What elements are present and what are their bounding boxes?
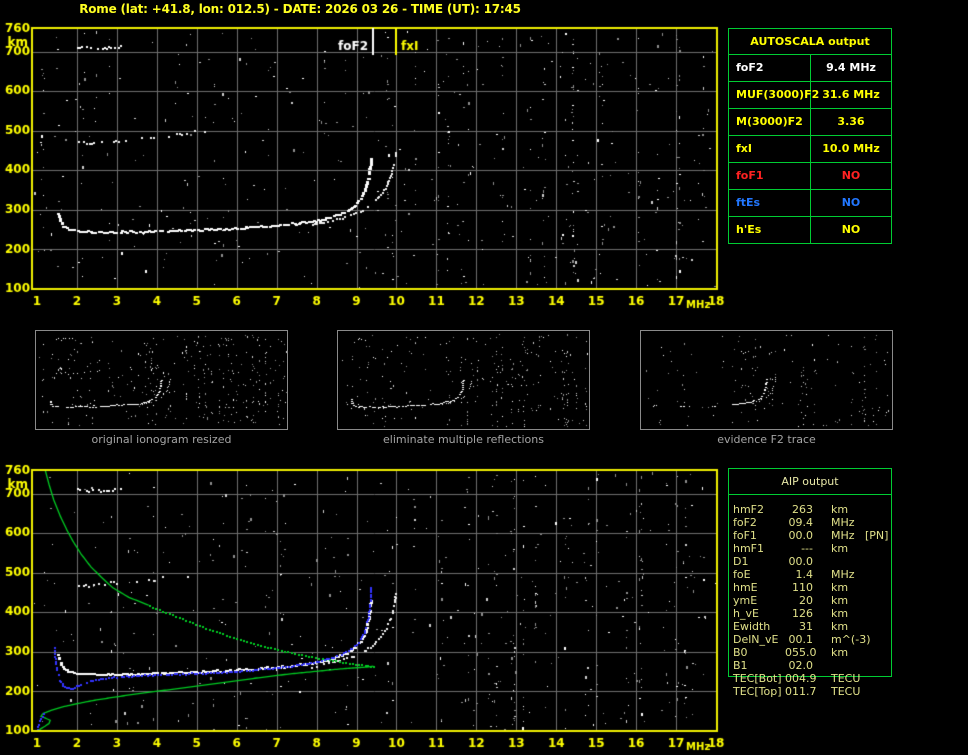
aip-param-label: Ewidth: [733, 620, 771, 633]
aip-param-unit: TECU: [831, 685, 861, 698]
aip-param-unit: MHz: [831, 516, 855, 529]
autoscala-table-row: foF1 NO: [729, 163, 891, 190]
aip-param-unit: km: [831, 581, 849, 594]
autoscala-table-row: MUF(3000)F2 31.6 MHz: [729, 82, 891, 109]
autoscala-param-value: 3.36: [837, 115, 865, 128]
aip-param-value: 263: [792, 503, 813, 516]
thumbnail-eliminate-multiple-reflections: [337, 330, 590, 430]
aip-param-label: TEC[Top]: [733, 685, 782, 698]
aip-param-unit: km: [831, 503, 849, 516]
autoscala-param-label: M(3000)F2: [729, 109, 811, 135]
aip-row: TEC[Bot] 004.9 TECU: [728, 672, 898, 685]
autoscala-param-label: fxI: [729, 136, 811, 162]
aip-param-label: DelN_vE: [733, 633, 779, 646]
aip-param-value: ---: [801, 542, 813, 555]
aip-param-value: 02.0: [788, 659, 814, 672]
aip-row: B0 055.0 km: [728, 646, 898, 659]
thumbnail-caption-evidence: evidence F2 trace: [717, 433, 816, 446]
aip-param-label: ymE: [733, 594, 758, 607]
aip-row: hmF2 263 km: [728, 503, 898, 516]
aip-param-label: foF1: [733, 529, 757, 542]
aip-param-value: 1.4: [795, 568, 814, 581]
autoscala-output-screen: Rome (lat: +41.8, lon: 012.5) - DATE: 20…: [0, 0, 968, 755]
aip-param-value: 00.1: [788, 633, 814, 646]
autoscala-param-label: foF2: [729, 55, 811, 81]
aip-param-unit: MHz: [831, 529, 855, 542]
thumbnail-original-ionogram: [35, 330, 288, 430]
aip-param-label: hmE: [733, 581, 758, 594]
thumbnail-caption-eliminate: eliminate multiple reflections: [383, 433, 544, 446]
aip-param-label: B1: [733, 659, 748, 672]
aip-row: DelN_vE 00.1 m^(-3): [728, 633, 898, 646]
aip-param-value: 20: [799, 594, 813, 607]
autoscala-table-header: AUTOSCALA output: [729, 29, 891, 55]
aip-param-value: 110: [792, 581, 813, 594]
aip-param-label: B0: [733, 646, 748, 659]
aip-param-label: hmF1: [733, 542, 765, 555]
autoscala-table-rows: foF2 9.4 MHz MUF(3000)F2 31.6 MHz M(3000…: [729, 55, 891, 243]
autoscala-param-label: MUF(3000)F2: [729, 82, 819, 108]
aip-param-unit: m^(-3): [831, 633, 871, 646]
autoscala-param-value: 10.0 MHz: [822, 142, 880, 155]
aip-param-label: TEC[Bot]: [733, 672, 782, 685]
aip-row: hmF1 --- km: [728, 542, 898, 555]
autoscala-param-label: foF1: [729, 163, 811, 189]
aip-row: Ewidth 31 km: [728, 620, 898, 633]
aip-param-label: foE: [733, 568, 751, 581]
aip-param-label: h_vE: [733, 607, 759, 620]
aip-param-unit: km: [831, 542, 849, 555]
aip-row: TEC[Top] 011.7 TECU: [728, 685, 898, 698]
thumbnail-caption-original: original ionogram resized: [91, 433, 232, 446]
aip-param-unit: km: [831, 607, 849, 620]
aip-param-unit: km: [831, 594, 849, 607]
aip-param-value: 011.7: [785, 685, 817, 698]
aip-row: B1 02.0: [728, 659, 898, 672]
autoscala-table-row: M(3000)F2 3.36: [729, 109, 891, 136]
aip-param-unit: TECU: [831, 672, 861, 685]
aip-param-label: hmF2: [733, 503, 765, 516]
autoscala-param-label: ftEs: [729, 190, 811, 216]
aip-row: foE 1.4 MHz: [728, 568, 898, 581]
aip-rows: hmF2 263 km foF2 09.4 MHz foF1 00.0 MHz …: [728, 503, 898, 698]
aip-param-value: 09.4: [788, 516, 814, 529]
aip-param-unit: km: [831, 620, 849, 633]
aip-panel-header: AIP output: [729, 469, 891, 495]
aip-param-label: D1: [733, 555, 749, 568]
autoscala-table: AUTOSCALA output foF2 9.4 MHz MUF(3000)F…: [728, 28, 892, 244]
aip-param-value: 055.0: [785, 646, 817, 659]
top-ionogram-plot: [0, 20, 730, 312]
aip-param-unit: MHz: [831, 568, 855, 581]
autoscala-param-value: NO: [841, 196, 861, 209]
aip-param-note: [PN]: [865, 529, 889, 542]
station-date-title: Rome (lat: +41.8, lon: 012.5) - DATE: 20…: [79, 2, 521, 16]
aip-param-unit: [831, 659, 861, 672]
aip-param-label: foF2: [733, 516, 757, 529]
aip-row: foF1 00.0 MHz [PN]: [728, 529, 898, 542]
autoscala-table-row: h'Es NO: [729, 217, 891, 243]
autoscala-param-value: NO: [841, 223, 861, 236]
aip-param-unit: km: [831, 646, 849, 659]
autoscala-param-label: h'Es: [729, 217, 811, 243]
aip-param-unit: [831, 555, 861, 568]
autoscala-param-value: NO: [841, 169, 861, 182]
aip-param-value: 126: [792, 607, 813, 620]
aip-row: hmE 110 km: [728, 581, 898, 594]
aip-row: foF2 09.4 MHz: [728, 516, 898, 529]
autoscala-param-value: 31.6 MHz: [822, 88, 880, 101]
aip-param-value: 004.9: [785, 672, 817, 685]
aip-param-value: 00.0: [788, 555, 814, 568]
aip-row: D1 00.0: [728, 555, 898, 568]
aip-row: ymE 20 km: [728, 594, 898, 607]
aip-param-value: 00.0: [788, 529, 814, 542]
thumbnail-evidence-f2-trace: [640, 330, 893, 430]
autoscala-table-row: foF2 9.4 MHz: [729, 55, 891, 82]
aip-row: h_vE 126 km: [728, 607, 898, 620]
bottom-ionogram-plot: [0, 462, 730, 754]
aip-param-value: 31: [799, 620, 813, 633]
autoscala-table-row: fxI 10.0 MHz: [729, 136, 891, 163]
autoscala-table-row: ftEs NO: [729, 190, 891, 217]
autoscala-param-value: 9.4 MHz: [826, 61, 876, 74]
